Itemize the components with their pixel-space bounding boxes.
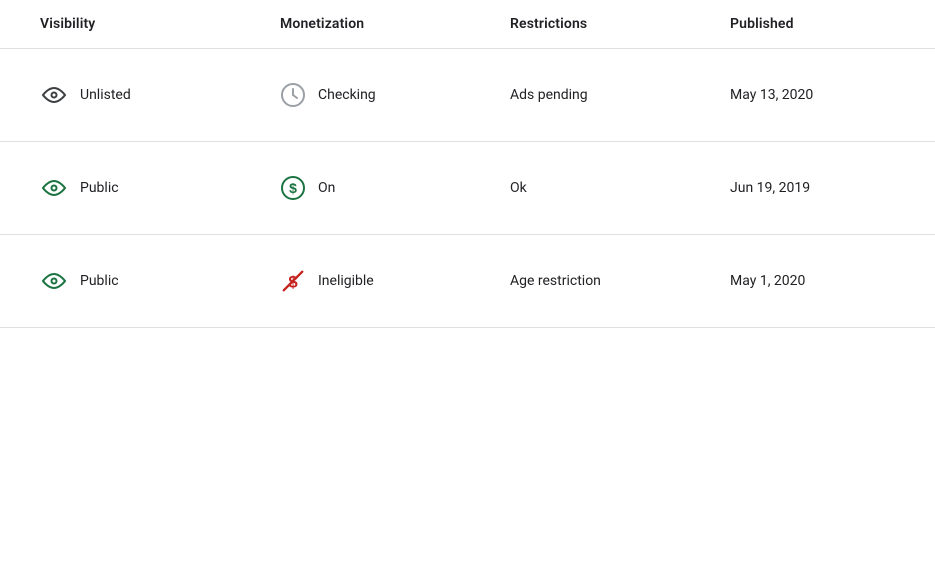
monetization-cell: $ On: [280, 175, 510, 201]
restrictions-cell: Age restriction: [510, 273, 730, 289]
visibility-label: Public: [80, 180, 119, 196]
monetization-cell: Checking: [280, 82, 510, 108]
restrictions-cell: Ads pending: [510, 87, 730, 103]
table-row[interactable]: Unlisted Checking Ads pending May 13, 20…: [0, 49, 935, 142]
restrictions-cell: Ok: [510, 180, 730, 196]
content-table: Visibility Monetization Restrictions Pub…: [0, 0, 935, 328]
dollar-on-icon: $: [280, 175, 306, 201]
visibility-cell: Public: [40, 174, 280, 202]
dollar-ineligible-icon: $: [280, 268, 306, 294]
monetization-cell: $ Ineligible: [280, 268, 510, 294]
visibility-cell: Public: [40, 267, 280, 295]
clock-icon: [280, 82, 306, 108]
header-restrictions: Restrictions: [510, 16, 730, 32]
header-published: Published: [730, 16, 935, 32]
header-monetization: Monetization: [280, 16, 510, 32]
restrictions-value: Age restriction: [510, 273, 601, 289]
table-row[interactable]: Public $ On Ok Jun 19, 2019: [0, 142, 935, 235]
header-visibility: Visibility: [40, 16, 280, 32]
table-row[interactable]: Public $ Ineligible Age restriction May …: [0, 235, 935, 328]
eye-unlisted-icon: [40, 81, 68, 109]
monetization-label: On: [318, 180, 335, 196]
eye-public-icon: [40, 174, 68, 202]
visibility-label: Unlisted: [80, 87, 131, 103]
monetization-label: Ineligible: [318, 273, 374, 289]
eye-public-icon-2: [40, 267, 68, 295]
published-date: Jun 19, 2019: [730, 180, 810, 196]
monetization-label: Checking: [318, 87, 376, 103]
published-cell: Jun 19, 2019: [730, 180, 935, 196]
published-date: May 13, 2020: [730, 87, 813, 103]
restrictions-value: Ads pending: [510, 87, 588, 103]
published-cell: May 13, 2020: [730, 87, 935, 103]
published-cell: May 1, 2020: [730, 273, 935, 289]
svg-text:$: $: [289, 180, 297, 196]
visibility-cell: Unlisted: [40, 81, 280, 109]
published-date: May 1, 2020: [730, 273, 805, 289]
restrictions-value: Ok: [510, 180, 527, 196]
visibility-label: Public: [80, 273, 119, 289]
table-header: Visibility Monetization Restrictions Pub…: [0, 0, 935, 49]
